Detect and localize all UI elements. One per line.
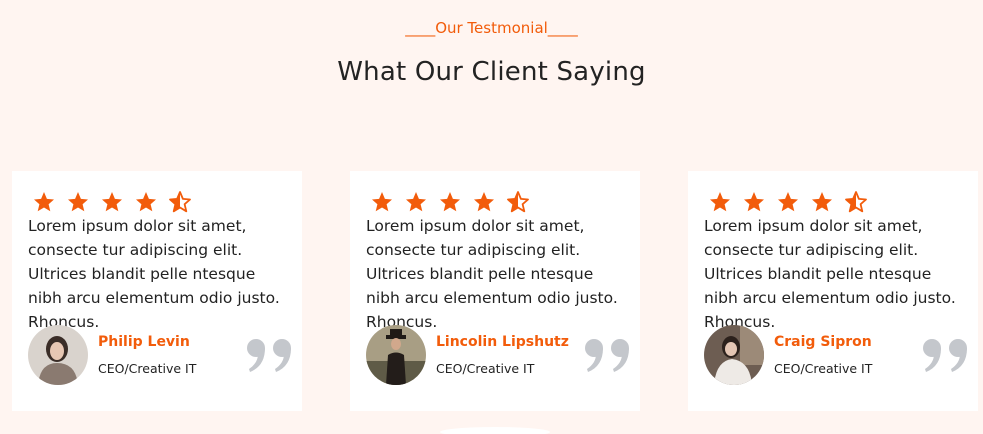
client-name: Philip Levin	[98, 334, 190, 350]
star-half-icon	[507, 191, 529, 213]
star-icon	[34, 192, 54, 212]
testimonial-text: Lorem ipsum dolor sit amet, consecte tur…	[704, 217, 956, 331]
testimonial-card: Lorem ipsum dolor sit amet, consecte tur…	[350, 171, 640, 411]
star-half-icon	[845, 191, 867, 213]
star-half-icon	[169, 191, 191, 213]
section-heading: What Our Client Saying	[337, 57, 646, 87]
quote-icon	[923, 339, 967, 372]
testimonial-text: Lorem ipsum dolor sit amet, consecte tur…	[366, 217, 618, 331]
star-icon	[440, 192, 460, 212]
testimonial-card: Lorem ipsum dolor sit amet, consecte tur…	[12, 171, 302, 411]
testimonial-section: ____Our Testmonial____ What Our Client S…	[0, 0, 983, 434]
client-role: CEO/Creative IT	[436, 361, 535, 376]
star-icon	[406, 192, 426, 212]
avatar	[28, 325, 88, 385]
section-eyebrow: ____Our Testmonial____	[405, 19, 578, 37]
rating-stars	[368, 190, 532, 214]
client-role: CEO/Creative IT	[774, 361, 873, 376]
rating-stars	[706, 190, 870, 214]
avatar	[704, 325, 764, 385]
testimonial-text: Lorem ipsum dolor sit amet, consecte tur…	[28, 217, 280, 331]
testimonial-card: Lorem ipsum dolor sit amet, consecte tur…	[688, 171, 978, 411]
star-icon	[372, 192, 392, 212]
client-name: Craig Sipron	[774, 334, 872, 350]
star-icon	[102, 192, 122, 212]
star-icon	[710, 192, 730, 212]
quote-icon	[247, 339, 291, 372]
client-name: Lincolin Lipshutz	[436, 334, 569, 350]
star-icon	[812, 192, 832, 212]
rating-stars	[30, 190, 194, 214]
star-icon	[744, 192, 764, 212]
carousel-indicator	[440, 427, 550, 434]
avatar	[366, 325, 426, 385]
star-icon	[474, 192, 494, 212]
client-role: CEO/Creative IT	[98, 361, 197, 376]
star-icon	[68, 192, 88, 212]
star-icon	[136, 192, 156, 212]
quote-icon	[585, 339, 629, 372]
star-icon	[778, 192, 798, 212]
